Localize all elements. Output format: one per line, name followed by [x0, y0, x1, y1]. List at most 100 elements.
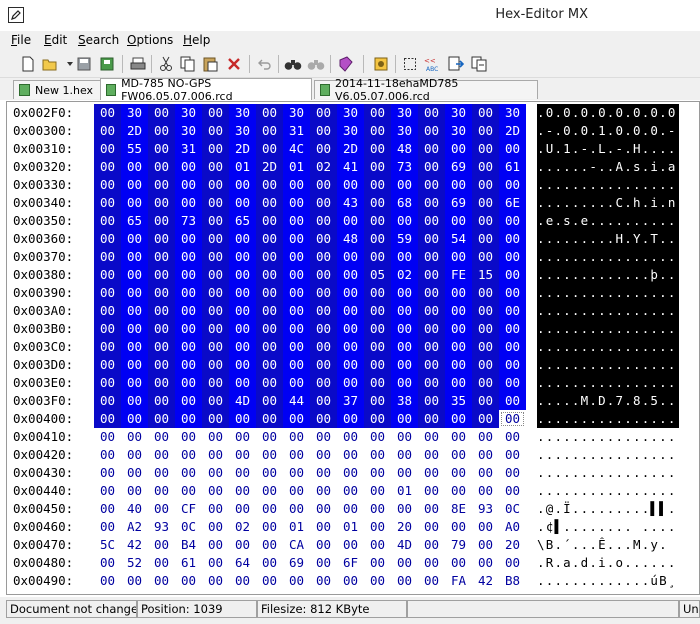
hex-byte[interactable]: 00 — [364, 356, 391, 374]
hex-byte[interactable]: 00 — [121, 302, 148, 320]
hex-row[interactable]: 0x002F0: 00 30 00 30 00 30 00 30 00 30 00 30 00 30 00 30… — [7, 104, 699, 122]
hex-byte[interactable]: 00 — [337, 446, 364, 464]
hex-byte[interactable]: 44 — [283, 392, 310, 410]
hex-byte[interactable]: 00 — [310, 428, 337, 446]
ascii-text[interactable]: ................ — [537, 374, 679, 392]
hex-byte[interactable]: 93 — [472, 500, 499, 518]
hex-byte[interactable]: 00 — [499, 266, 526, 284]
hex-byte[interactable]: 00 — [310, 464, 337, 482]
hex-byte[interactable]: 00 — [202, 122, 229, 140]
hex-byte[interactable]: 20 — [391, 518, 418, 536]
hex-byte[interactable]: 00 — [499, 212, 526, 230]
hex-byte[interactable]: 00 — [364, 572, 391, 590]
hex-byte[interactable]: 00 — [310, 248, 337, 266]
hex-byte[interactable]: 00 — [256, 482, 283, 500]
hex-byte[interactable]: 01 — [391, 482, 418, 500]
hex-byte[interactable]: 00 — [445, 410, 472, 428]
hex-byte[interactable]: 5C — [94, 536, 121, 554]
hex-byte[interactable]: 00 — [148, 248, 175, 266]
hex-byte[interactable]: 00 — [94, 554, 121, 572]
hex-byte[interactable]: 00 — [202, 500, 229, 518]
hex-byte[interactable]: 15 — [472, 266, 499, 284]
tab-2014-11-18[interactable]: 2014-11-18ehaMD785 V6.05.07.006.rcd — [314, 77, 538, 103]
ascii-text[interactable]: ................ — [537, 428, 679, 446]
hex-byte[interactable]: 00 — [472, 428, 499, 446]
hex-byte[interactable]: 00 — [391, 356, 418, 374]
compare-icon[interactable] — [469, 54, 489, 74]
hex-byte[interactable]: 00 — [310, 518, 337, 536]
hex-byte[interactable]: 00 — [283, 338, 310, 356]
hex-byte[interactable]: 00 — [148, 446, 175, 464]
hex-byte[interactable]: 00 — [148, 212, 175, 230]
hex-byte[interactable]: 00 — [472, 482, 499, 500]
hex-byte[interactable]: 00 — [499, 446, 526, 464]
hex-byte[interactable]: 00 — [94, 176, 121, 194]
hex-byte[interactable]: 00 — [256, 230, 283, 248]
hex-byte[interactable]: 00 — [337, 374, 364, 392]
hex-row[interactable]: 0x003C0: 00 00 00 00 00 00 00 00 00 00 00 00 00 00 00 00… — [7, 338, 699, 356]
ascii-text[interactable]: ................ — [537, 446, 679, 464]
hex-byte[interactable]: 00 — [202, 464, 229, 482]
hex-byte[interactable]: 00 — [472, 140, 499, 158]
hex-byte[interactable]: 00 — [418, 374, 445, 392]
hex-byte[interactable]: 00 — [418, 122, 445, 140]
hex-byte[interactable]: 00 — [121, 248, 148, 266]
hex-byte[interactable]: 00 — [256, 518, 283, 536]
ascii-text[interactable]: \B.´...Ê...M.y. — [537, 536, 679, 554]
hex-byte[interactable]: 00 — [391, 572, 418, 590]
hex-byte[interactable]: 00 — [310, 356, 337, 374]
hex-byte[interactable]: 00 — [472, 554, 499, 572]
hex-byte[interactable]: 00 — [229, 428, 256, 446]
hex-byte[interactable]: 00 — [364, 302, 391, 320]
hex-byte[interactable]: 00 — [121, 446, 148, 464]
hex-byte[interactable]: 00 — [472, 212, 499, 230]
hex-byte[interactable]: 00 — [283, 320, 310, 338]
hex-row[interactable]: 0x003B0: 00 00 00 00 00 00 00 00 00 00 00 00 00 00 00 00… — [7, 320, 699, 338]
hex-byte[interactable]: 00 — [202, 248, 229, 266]
hex-byte[interactable]: 00 — [229, 572, 256, 590]
hex-byte[interactable]: 00 — [121, 266, 148, 284]
hex-byte[interactable]: 68 — [391, 194, 418, 212]
hex-byte[interactable]: 00 — [418, 266, 445, 284]
hex-byte[interactable]: 00 — [391, 428, 418, 446]
hex-byte[interactable]: 69 — [445, 194, 472, 212]
hex-byte[interactable]: 00 — [175, 446, 202, 464]
save-icon[interactable] — [74, 54, 94, 74]
hex-byte[interactable]: 00 — [121, 320, 148, 338]
hex-byte[interactable]: 00 — [310, 446, 337, 464]
hex-byte[interactable]: 00 — [364, 554, 391, 572]
hex-byte[interactable]: 00 — [256, 266, 283, 284]
hex-byte[interactable]: 00 — [310, 320, 337, 338]
hex-byte[interactable]: 00 — [148, 374, 175, 392]
hex-row[interactable]: 0x003A0: 00 00 00 00 00 00 00 00 00 00 00 00 00 00 00 00… — [7, 302, 699, 320]
hex-byte[interactable]: 00 — [364, 410, 391, 428]
hex-byte[interactable]: 00 — [445, 374, 472, 392]
app-pencil-icon[interactable] — [8, 7, 24, 23]
ascii-text[interactable]: .....M.D.7.8.5.. — [537, 392, 679, 410]
hex-byte[interactable]: B4 — [175, 536, 202, 554]
hex-byte[interactable]: 30 — [445, 122, 472, 140]
hex-byte[interactable]: 00 — [229, 302, 256, 320]
hex-row[interactable]: 0x003F0: 00 00 00 00 00 4D 00 44 00 37 00 38 00 35 00 00… — [7, 392, 699, 410]
hex-byte[interactable]: 2D — [256, 158, 283, 176]
hex-byte[interactable]: 00 — [445, 284, 472, 302]
find-next-icon[interactable] — [306, 54, 326, 74]
hex-byte[interactable]: 00 — [310, 122, 337, 140]
hex-byte[interactable]: 00 — [256, 464, 283, 482]
hex-byte[interactable]: 00 — [445, 446, 472, 464]
hex-byte[interactable]: 00 — [472, 194, 499, 212]
hex-byte[interactable]: 00 — [121, 410, 148, 428]
hex-byte[interactable]: 00 — [256, 536, 283, 554]
hex-byte[interactable]: 00 — [310, 140, 337, 158]
hex-byte[interactable]: 30 — [283, 104, 310, 122]
hex-byte[interactable]: 37 — [337, 392, 364, 410]
hex-byte[interactable]: 00 — [94, 356, 121, 374]
hex-byte[interactable]: 00 — [256, 374, 283, 392]
hex-byte[interactable]: B8 — [499, 572, 526, 590]
hex-byte[interactable]: 00 — [202, 410, 229, 428]
hex-byte[interactable]: 00 — [256, 410, 283, 428]
hex-byte[interactable]: 73 — [175, 212, 202, 230]
hex-byte[interactable]: 00 — [283, 410, 310, 428]
hex-byte[interactable]: A0 — [499, 518, 526, 536]
hex-byte[interactable]: 00 — [445, 302, 472, 320]
